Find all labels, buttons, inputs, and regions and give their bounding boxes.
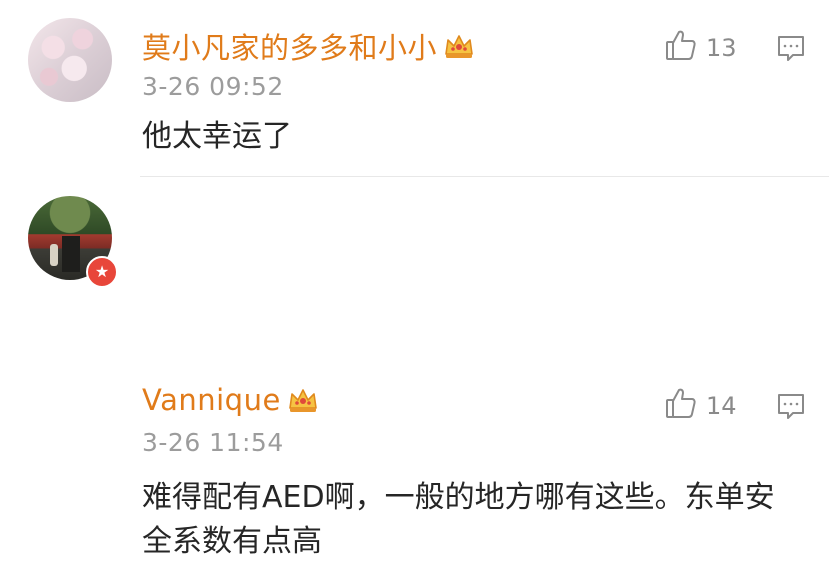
crown-icon xyxy=(443,32,475,60)
username-text: Vannique xyxy=(142,383,281,417)
username[interactable]: 莫小凡家的多多和小小 xyxy=(142,25,475,67)
like-count: 13 xyxy=(706,34,737,62)
avatar-person xyxy=(50,244,58,266)
avatar-door xyxy=(62,236,80,272)
reply-button[interactable] xyxy=(775,390,807,422)
comment-text: 他太幸运了 xyxy=(142,119,292,154)
comment-item: Vannique 3-26 11:54 难得配有AED啊，一般的地方哪有这些。东… xyxy=(0,178,829,559)
comment-time: 3-26 09:52 xyxy=(142,72,284,101)
divider xyxy=(140,176,829,177)
comment-bubble-icon xyxy=(775,394,807,426)
like-button[interactable]: 13 xyxy=(664,28,737,68)
comment-bubble-icon xyxy=(775,36,807,68)
avatar[interactable] xyxy=(28,18,112,102)
crown-icon xyxy=(287,386,319,414)
username[interactable]: Vannique xyxy=(142,383,319,417)
thumbs-up-icon xyxy=(664,386,706,426)
comment-time: 3-26 11:54 xyxy=(142,428,284,457)
comment-text: 难得配有AED啊，一般的地方哪有这些。东单安全系数有点高 xyxy=(142,480,775,559)
comment-item: 莫小凡家的多多和小小 3-26 09:52 他太幸运了 13 xyxy=(0,0,829,176)
like-count: 14 xyxy=(706,392,737,420)
username-text: 莫小凡家的多多和小小 xyxy=(142,31,438,65)
thumbs-up-icon xyxy=(664,28,706,68)
star-icon: ★ xyxy=(86,256,118,288)
like-button[interactable]: 14 xyxy=(664,386,737,426)
reply-button[interactable] xyxy=(775,32,807,64)
